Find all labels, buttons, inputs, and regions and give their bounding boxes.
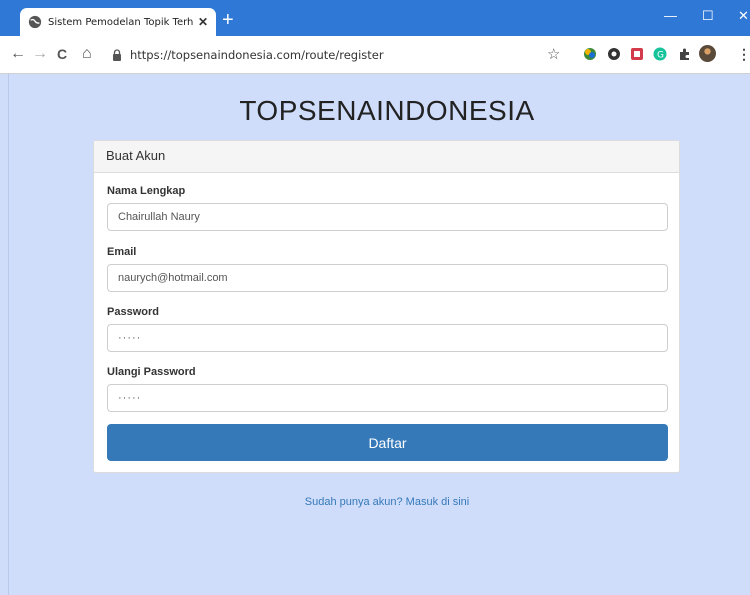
page-left-edge [0, 74, 9, 595]
globe-icon [28, 15, 42, 29]
lock-icon [113, 49, 121, 61]
bookmark-star-icon[interactable]: ☆ [547, 45, 560, 63]
password-label: Password [107, 306, 159, 318]
password-field[interactable]: ····· [107, 324, 668, 352]
address-bar[interactable]: https://topsenaindonesia.com/route/regis… [112, 42, 557, 68]
repeat-password-field[interactable]: ····· [107, 384, 668, 412]
extension-grammarly-icon[interactable]: G [653, 47, 667, 61]
site-title: TOPSENAINDONESIA [239, 95, 535, 126]
login-link[interactable]: Sudah punya akun? Masuk di sini [0, 496, 750, 508]
extension-pocket-icon[interactable] [630, 47, 644, 61]
browser-titlebar: Sistem Pemodelan Topik Terhada ✕ + — ☐ ✕ [0, 0, 750, 36]
reload-button[interactable]: C [57, 45, 67, 63]
extension-circle-icon[interactable] [607, 47, 621, 61]
profile-avatar[interactable] [699, 45, 716, 62]
extensions-puzzle-icon[interactable] [677, 47, 691, 61]
back-button[interactable]: ← [10, 45, 26, 63]
url-text: https://topsenaindonesia.com/route/regis… [130, 48, 384, 62]
email-label: Email [107, 246, 137, 258]
card-header: Buat Akun [94, 141, 679, 173]
new-tab-button[interactable]: + [222, 10, 234, 30]
email-field[interactable]: naurych@hotmail.com [107, 264, 668, 292]
forward-button[interactable]: → [32, 45, 48, 63]
browser-toolbar: ← → C ⌂ https://topsenaindonesia.com/rou… [0, 36, 750, 74]
tab-close-icon[interactable]: ✕ [198, 15, 208, 29]
home-button[interactable]: ⌂ [82, 45, 92, 63]
register-button[interactable]: Daftar [107, 424, 668, 461]
name-label: Nama Lengkap [107, 185, 186, 197]
maximize-button[interactable]: ☐ [702, 8, 714, 24]
repeat-password-label: Ulangi Password [107, 366, 196, 378]
menu-kebab-icon[interactable]: ⋮ [737, 45, 750, 63]
close-window-button[interactable]: ✕ [738, 8, 749, 24]
browser-tab[interactable]: Sistem Pemodelan Topik Terhada ✕ [20, 8, 216, 36]
svg-text:G: G [657, 51, 664, 61]
extension-globe-icon[interactable] [583, 47, 597, 61]
tab-title: Sistem Pemodelan Topik Terhada [48, 16, 194, 28]
register-card: Buat Akun Nama Lengkap Chairullah Naury … [93, 140, 680, 473]
name-field[interactable]: Chairullah Naury [107, 203, 668, 231]
minimize-button[interactable]: — [664, 8, 677, 23]
